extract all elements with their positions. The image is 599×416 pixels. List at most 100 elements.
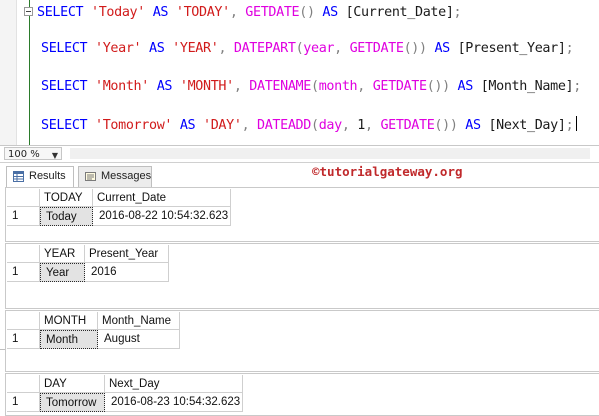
- parentheses: ()): [403, 41, 427, 56]
- column-header[interactable]: TODAY: [40, 189, 93, 207]
- code-line-2[interactable]: SELECT 'Year' AS 'YEAR', DATEPART(year, …: [41, 40, 574, 57]
- code-line-4[interactable]: SELECT 'Tomorrow' AS 'DAY', DATEADD(day,…: [41, 116, 578, 134]
- string-literal: 'YEAR': [172, 41, 219, 56]
- change-margin: [29, 0, 30, 145]
- parentheses: ()): [434, 118, 458, 133]
- column-header[interactable]: DAY: [40, 375, 105, 393]
- terminator: ;: [573, 79, 581, 94]
- parentheses: (): [299, 5, 315, 20]
- separator: ,: [341, 118, 350, 133]
- column-alias: [Next_Day]: [488, 118, 566, 133]
- editor-gutter: [0, 0, 17, 145]
- function-name: GETDATE: [245, 5, 300, 20]
- table-cell[interactable]: August: [98, 330, 180, 349]
- keyword: SELECT: [41, 118, 88, 133]
- column-alias: [Month_Name]: [480, 79, 574, 94]
- table-cell[interactable]: 2016-08-22 10:54:32.623: [93, 207, 231, 226]
- function-name: GETDATE: [380, 118, 435, 133]
- zoom-value: 100 %: [8, 149, 40, 160]
- column-header[interactable]: Present_Year: [85, 245, 169, 263]
- parentheses: ()): [426, 79, 450, 94]
- code-line-1[interactable]: SELECT 'Today' AS 'TODAY', GETDATE() AS …: [37, 4, 462, 21]
- keyword: AS: [457, 79, 474, 94]
- selected-cell[interactable]: Year: [40, 263, 85, 282]
- datepart-argument: month: [318, 79, 358, 94]
- column-header[interactable]: Next_Day: [105, 375, 243, 393]
- result-grid-day[interactable]: DAY Next_Day 1 Tomorrow 2016-08-23 10:54…: [5, 373, 599, 416]
- query-editor[interactable]: SELECT 'Today' AS 'TODAY', GETDATE() AS …: [0, 0, 599, 145]
- keyword: SELECT: [37, 5, 84, 20]
- tab-messages[interactable]: Messages: [78, 166, 152, 187]
- selected-cell[interactable]: Tomorrow: [40, 393, 105, 412]
- string-literal: 'MONTH': [179, 79, 234, 94]
- row-number[interactable]: 1: [7, 393, 40, 412]
- number-literal: 1: [357, 118, 365, 133]
- string-literal: 'TODAY': [175, 5, 230, 20]
- row-number[interactable]: 1: [7, 330, 40, 349]
- table-cell[interactable]: 2016-08-23 10:54:32.623: [105, 393, 243, 412]
- column-alias: [Current_Date]: [345, 5, 454, 20]
- row-number[interactable]: 1: [7, 263, 40, 282]
- watermark-text: ©tutorialgateway.org: [312, 164, 463, 179]
- function-name: DATEADD: [257, 118, 311, 133]
- table-cell[interactable]: 2016: [85, 263, 169, 282]
- grid-corner: [7, 375, 40, 393]
- editor-status-bar: 100 % ▼: [0, 145, 599, 163]
- separator: ,: [229, 5, 238, 20]
- datepart-argument: day: [318, 118, 342, 133]
- column-header[interactable]: Current_Date: [93, 189, 231, 207]
- string-literal: 'Today': [91, 5, 145, 20]
- separator: ,: [218, 41, 227, 56]
- keyword: AS: [152, 5, 169, 20]
- string-literal: 'Tomorrow': [95, 118, 173, 133]
- keyword: SELECT: [41, 41, 88, 56]
- keyword: AS: [149, 41, 165, 56]
- separator: ,: [365, 118, 373, 133]
- function-name: GETDATE: [372, 79, 427, 94]
- column-header[interactable]: MONTH: [40, 312, 98, 330]
- row-number[interactable]: 1: [7, 207, 40, 226]
- column-header[interactable]: Month_Name: [98, 312, 180, 330]
- horizontal-scrollbar[interactable]: [70, 148, 590, 159]
- keyword: AS: [465, 118, 481, 133]
- keyword: AS: [322, 5, 338, 20]
- function-name: DATENAME: [249, 79, 311, 94]
- separator: ,: [233, 79, 242, 94]
- text-cursor: [576, 116, 578, 131]
- chevron-down-icon[interactable]: ▼: [52, 149, 58, 162]
- tab-results[interactable]: Results: [6, 166, 74, 187]
- zoom-dropdown[interactable]: 100 % ▼: [4, 147, 62, 160]
- function-name: GETDATE: [349, 41, 404, 56]
- parentheses: (: [310, 118, 319, 133]
- grid-corner: [7, 312, 40, 330]
- keyword: AS: [434, 41, 450, 56]
- separator: ,: [357, 79, 365, 94]
- terminator: ;: [565, 41, 574, 56]
- terminator: ;: [453, 5, 462, 20]
- column-header[interactable]: YEAR: [40, 245, 85, 263]
- result-grid-month[interactable]: MONTH Month_Name 1 Month August: [5, 310, 599, 372]
- separator: ,: [334, 41, 342, 56]
- message-icon: [85, 172, 96, 181]
- code-line-3[interactable]: SELECT 'Month' AS 'MONTH', DATENAME(mont…: [41, 78, 581, 95]
- selected-cell[interactable]: Month: [40, 330, 98, 349]
- result-grid-year[interactable]: YEAR Present_Year 1 Year 2016: [5, 243, 599, 309]
- column-alias: [Present_Year]: [457, 41, 566, 56]
- string-literal: 'Month': [95, 79, 149, 94]
- string-literal: 'DAY': [203, 118, 242, 133]
- function-name: DATEPART: [233, 41, 296, 56]
- keyword: SELECT: [41, 79, 88, 94]
- parentheses: (: [310, 79, 319, 94]
- result-grid-today[interactable]: TODAY Current_Date 1 Today 2016-08-22 10…: [5, 187, 599, 242]
- string-literal: 'Year': [95, 41, 142, 56]
- selected-cell[interactable]: Today: [40, 207, 93, 226]
- tab-messages-label: Messages: [101, 170, 152, 182]
- collapse-icon[interactable]: [24, 7, 33, 16]
- terminator: ;: [565, 118, 574, 133]
- grid-corner: [7, 245, 40, 263]
- keyword: AS: [156, 79, 173, 94]
- results-tabs: Results Messages: [0, 163, 599, 350]
- tab-results-label: Results: [29, 170, 66, 182]
- datepart-argument: year: [303, 41, 335, 56]
- grid-icon: [13, 171, 24, 182]
